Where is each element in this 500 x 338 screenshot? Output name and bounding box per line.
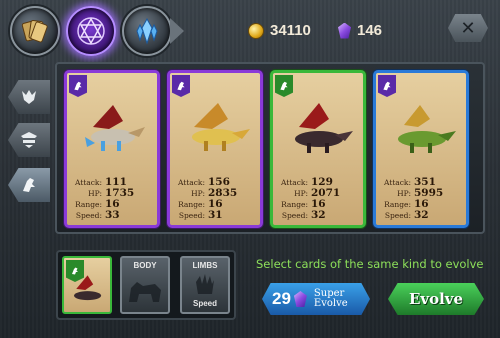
dragon-card[interactable]: Attack: 351 HP: 5995 Range: 16 Speed: 32 (373, 70, 469, 228)
evolve-hint: Select cards of the same kind to evolve (256, 257, 484, 271)
speed-value: 31 (208, 209, 223, 221)
coin-icon (248, 22, 264, 39)
dragon-card[interactable]: Attack: 129 HP: 2071 Range: 16 Speed: 32 (270, 70, 366, 228)
speed-value: 33 (105, 209, 120, 221)
dragon-card[interactable]: Attack: 156 HP: 2835 Range: 16 Speed: 31 (167, 70, 263, 228)
close-icon: ✕ (460, 17, 476, 39)
evolve-button[interactable]: Evolve (388, 283, 484, 315)
limbs-slot-sub: Speed (192, 299, 217, 308)
limbs-slot-label: LIMBS (192, 261, 218, 270)
card-stats: Attack: 111 HP: 1735 Range: 16 Speed: 33 (74, 176, 135, 221)
filter-dragon-head[interactable] (8, 80, 50, 114)
dragon-image (192, 103, 250, 151)
gem-count: 146 (357, 22, 383, 39)
gem-icon (293, 291, 307, 307)
dragon-rider-icon (280, 81, 288, 91)
body-slot[interactable]: BODY (120, 256, 170, 314)
dragon-card[interactable]: Attack: 111 HP: 1735 Range: 16 Speed: 33 (64, 70, 160, 228)
speed-value: 32 (311, 209, 326, 221)
top-bar: 34110 146 ✕ (0, 0, 500, 62)
tab-cards[interactable] (10, 6, 60, 56)
dragon-rider-icon (383, 81, 391, 91)
dragon-rider-icon (177, 81, 185, 91)
beast-silhouette-icon (129, 282, 161, 302)
tab-crystals[interactable] (122, 6, 172, 56)
filter-dragon-rider[interactable] (8, 168, 50, 202)
dragon-rider-icon (23, 178, 35, 192)
tabs-next-arrow[interactable] (170, 18, 184, 44)
super-evolve-cost: 29 (272, 289, 291, 308)
dragon-image (74, 275, 102, 301)
card-stats: Attack: 156 HP: 2835 Range: 16 Speed: 31 (177, 176, 238, 221)
selected-card-slot[interactable] (62, 256, 112, 314)
card-deck-icon (21, 20, 48, 43)
gem-icon (338, 22, 351, 39)
super-evolve-button[interactable]: 29 Super Evolve (262, 283, 370, 315)
close-button[interactable]: ✕ (448, 14, 488, 42)
card-stats: Attack: 129 HP: 2071 Range: 16 Speed: 32 (280, 176, 341, 221)
gem-balance: 146 (338, 22, 382, 39)
rarity-badge (378, 75, 396, 97)
coin-balance: 34110 (248, 22, 311, 39)
filter-crest[interactable] (8, 123, 50, 157)
game-screen: 34110 146 ✕ Attack: 111 HP: 1735 Range: … (0, 0, 500, 338)
dragon-image (398, 105, 456, 153)
limbs-slot[interactable]: LIMBS Speed (180, 256, 230, 314)
dragon-head-icon (22, 90, 36, 104)
body-slot-label: BODY (133, 261, 157, 270)
claw-icon (196, 274, 214, 294)
speed-value: 32 (414, 209, 429, 221)
card-stats: Attack: 351 HP: 5995 Range: 16 Speed: 32 (383, 176, 444, 221)
rarity-badge (69, 75, 87, 97)
coin-count: 34110 (270, 22, 311, 39)
hexagram-icon (77, 17, 105, 45)
tab-evolve[interactable] (66, 6, 116, 56)
dragon-image (85, 105, 145, 151)
dragon-rider-icon (74, 81, 82, 91)
rarity-badge (275, 75, 293, 97)
rarity-badge (172, 75, 190, 97)
dragon-image (295, 103, 353, 153)
shield-crest-icon (21, 132, 37, 148)
super-evolve-label: Super Evolve (313, 288, 348, 309)
crystal-icon (136, 17, 158, 45)
